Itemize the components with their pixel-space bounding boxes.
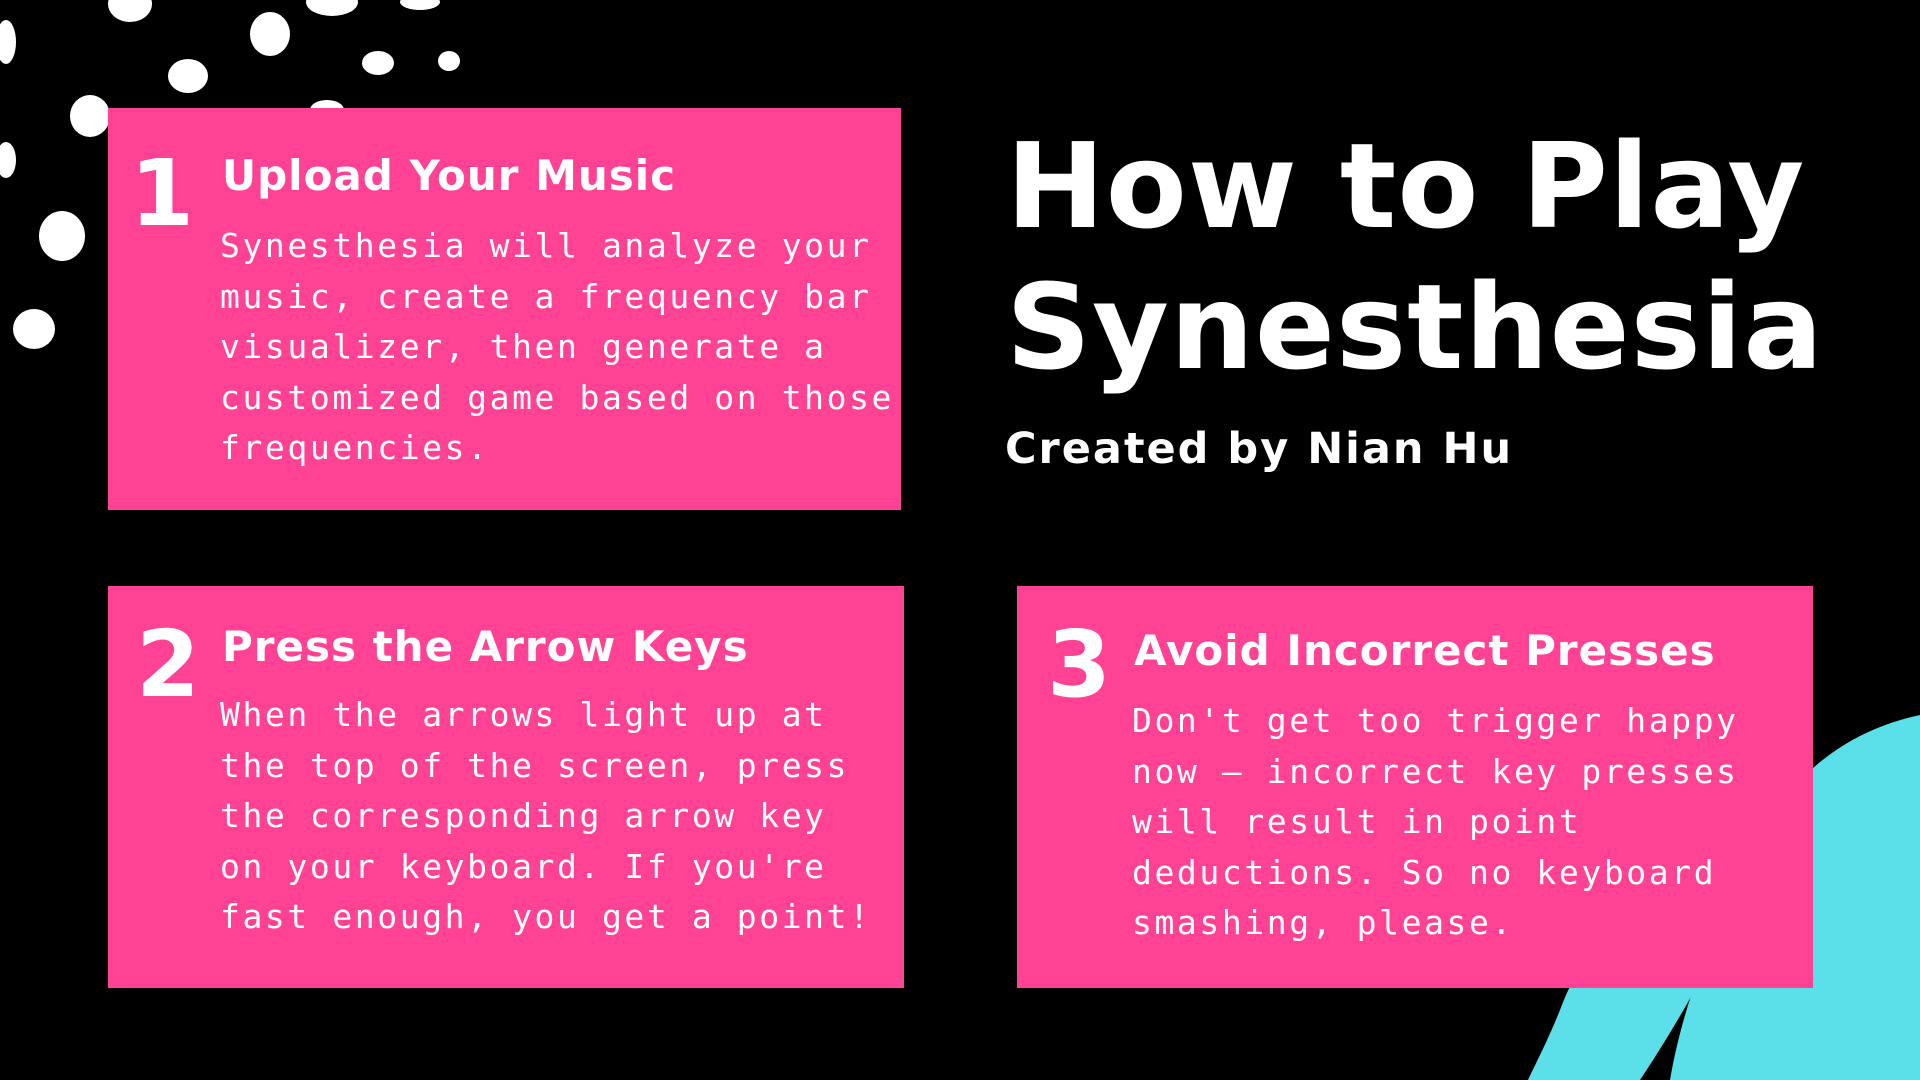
step-number: 3 xyxy=(1047,611,1111,718)
slide: 1 Upload Your Music Synesthesia will ana… xyxy=(0,0,1920,1080)
step-card-2: 2 Press the Arrow Keys When the arrows l… xyxy=(108,586,904,988)
step-title: Press the Arrow Keys xyxy=(222,622,749,671)
step-card-1: 1 Upload Your Music Synesthesia will ana… xyxy=(108,108,901,510)
step-title: Avoid Incorrect Presses xyxy=(1134,626,1716,675)
step-title: Upload Your Music xyxy=(222,151,677,200)
title-line-2: Synesthesia xyxy=(1006,258,1824,396)
step-description: Don't get too trigger happy now – incorr… xyxy=(1132,701,1739,942)
title-line-1: How to Play xyxy=(1006,117,1806,255)
step-card-3: 3 Avoid Incorrect Presses Don't get too … xyxy=(1017,586,1813,988)
step-number: 2 xyxy=(136,611,200,718)
step-description: Synesthesia will analyze your music, cre… xyxy=(220,226,895,467)
step-description: When the arrows light up at the top of t… xyxy=(220,695,872,936)
step-number: 1 xyxy=(130,140,194,247)
author-byline: Created by Nian Hu xyxy=(1005,424,1514,474)
page-title: How to Play Synesthesia xyxy=(1006,116,1824,398)
